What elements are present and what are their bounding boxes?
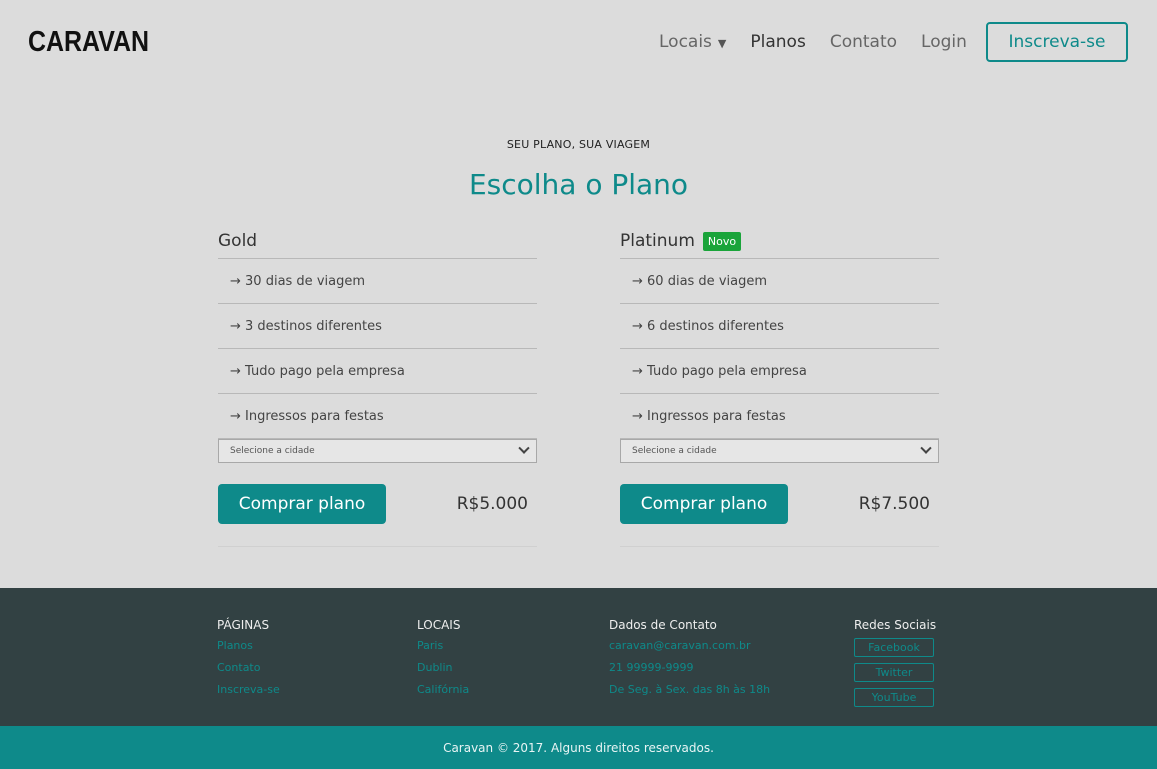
plan-divider — [218, 546, 537, 547]
footer-link-planos[interactable]: Planos — [217, 638, 280, 660]
logo[interactable]: CARAVAN — [28, 26, 149, 59]
city-select-placeholder: Selecione a cidade — [230, 446, 315, 456]
plan-feature: → Tudo pago pela empresa — [620, 349, 939, 394]
twitter-button[interactable]: Twitter — [854, 663, 934, 682]
footer-heading: Redes Sociais — [854, 618, 937, 632]
plan-price: R$7.500 — [858, 494, 930, 514]
plan-feature: → 3 destinos diferentes — [218, 304, 537, 349]
plan-feature: → 30 dias de viagem — [218, 259, 537, 304]
caret-down-icon: ▼ — [717, 37, 727, 50]
footer-link-paris[interactable]: Paris — [417, 638, 469, 660]
footer-heading: Dados de Contato — [609, 618, 717, 632]
chevron-down-icon — [920, 442, 932, 454]
plan-header: Platinum Novo — [620, 224, 939, 259]
site-footer: PÁGINAS Planos Contato Inscreva-se LOCAI… — [0, 588, 1157, 726]
footer-link-inscreva[interactable]: Inscreva-se — [217, 682, 280, 704]
footer-locations: LOCAIS Paris Dublin Califórnia — [417, 618, 469, 704]
plan-feature: → Tudo pago pela empresa — [218, 349, 537, 394]
footer-contact: Dados de Contato caravan@caravan.com.br … — [609, 618, 770, 704]
signup-button[interactable]: Inscreva-se — [986, 22, 1128, 62]
plan-feature: → 6 destinos diferentes — [620, 304, 939, 349]
nav-item-locais[interactable]: Locais ▼ — [659, 32, 726, 52]
plan-price: R$5.000 — [456, 494, 528, 514]
copyright-bar: Caravan © 2017. Alguns direitos reservad… — [0, 726, 1157, 769]
nav-item-login[interactable]: Login — [921, 32, 967, 52]
footer-contact-hours: De Seg. à Sex. das 8h às 18h — [609, 683, 771, 696]
city-select[interactable]: Selecione a cidade — [620, 439, 939, 463]
city-select-placeholder: Selecione a cidade — [632, 446, 717, 456]
facebook-button[interactable]: Facebook — [854, 638, 934, 657]
main-nav: Locais ▼ Planos Contato Login — [659, 32, 991, 52]
page-title: Escolha o Plano — [468, 168, 689, 201]
youtube-button[interactable]: YouTube — [854, 688, 934, 707]
footer-link-dublin[interactable]: Dublin — [417, 660, 469, 682]
chevron-down-icon — [518, 442, 530, 454]
plan-name: Platinum — [620, 231, 695, 251]
nav-item-contato[interactable]: Contato — [830, 32, 897, 52]
plan-card-gold: Gold → 30 dias de viagem → 3 destinos di… — [218, 224, 537, 547]
city-select[interactable]: Selecione a cidade — [218, 439, 537, 463]
section-eyebrow: SEU PLANO, SUA VIAGEM — [506, 138, 651, 151]
buy-row: Comprar plano R$7.500 — [620, 484, 939, 524]
plan-name: Gold — [218, 231, 258, 251]
buy-plan-button[interactable]: Comprar plano — [620, 484, 788, 524]
plan-feature: → Ingressos para festas — [620, 394, 939, 439]
plan-header: Gold — [218, 224, 537, 259]
footer-social: Redes Sociais Facebook Twitter YouTube — [854, 618, 936, 713]
footer-link-contato[interactable]: Contato — [217, 660, 280, 682]
site-header: CARAVAN Locais ▼ Planos Contato Login Ins… — [0, 0, 1157, 86]
plan-feature: → Ingressos para festas — [218, 394, 537, 439]
footer-contact-phone: 21 99999-9999 — [609, 661, 694, 674]
nav-item-planos[interactable]: Planos — [750, 32, 805, 52]
buy-plan-button[interactable]: Comprar plano — [218, 484, 386, 524]
plan-divider — [620, 546, 939, 547]
plan-feature: → 60 dias de viagem — [620, 259, 939, 304]
plan-card-platinum: Platinum Novo → 60 dias de viagem → 6 de… — [620, 224, 939, 547]
new-badge: Novo — [702, 231, 742, 251]
footer-heading: LOCAIS — [417, 618, 461, 632]
footer-pages: PÁGINAS Planos Contato Inscreva-se — [217, 618, 280, 704]
nav-item-label: Locais — [659, 32, 712, 52]
buy-row: Comprar plano R$5.000 — [218, 484, 537, 524]
footer-contact-email[interactable]: caravan@caravan.com.br — [609, 638, 770, 660]
footer-heading: PÁGINAS — [217, 618, 270, 632]
footer-link-california[interactable]: Califórnia — [417, 682, 469, 704]
copyright-text: Caravan © 2017. Alguns direitos reservad… — [443, 740, 714, 755]
